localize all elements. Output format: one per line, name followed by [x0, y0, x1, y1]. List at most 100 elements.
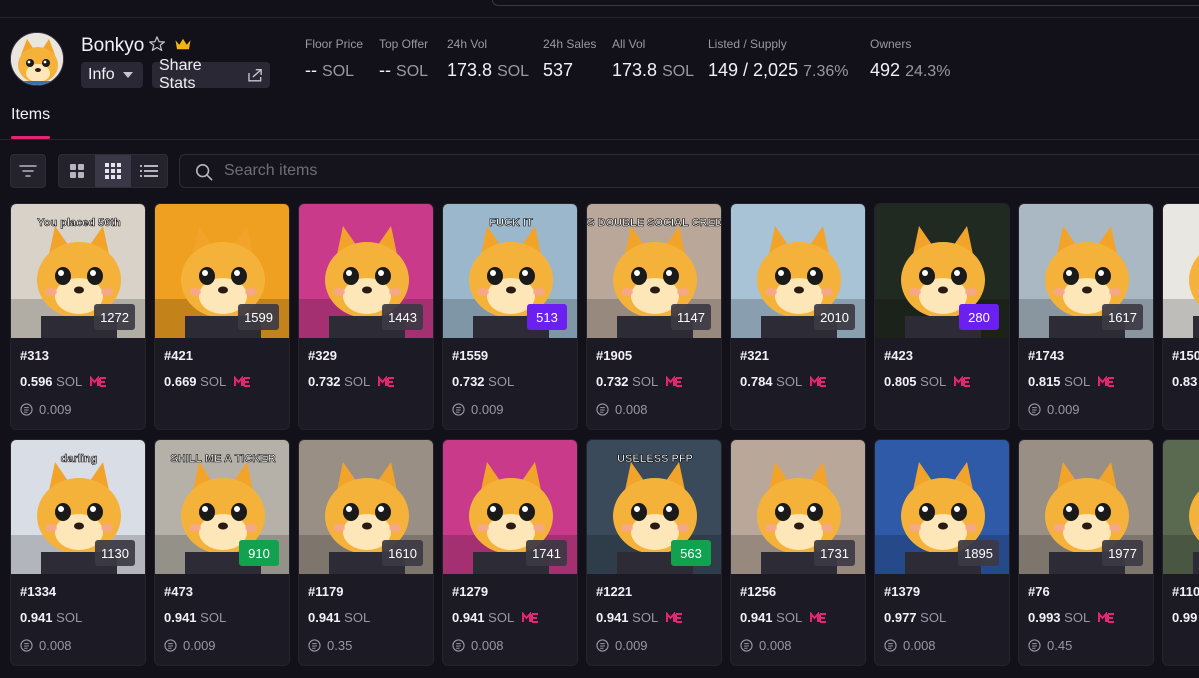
search-input[interactable]	[224, 161, 824, 181]
magic-eden-icon	[233, 376, 250, 387]
stat-top-offer: Top Offer -- SOL	[379, 37, 429, 80]
rarity-badge: 1731	[814, 540, 855, 566]
stat-all-vol: All Vol 173.8 SOL	[612, 37, 695, 80]
receipt-icon	[1028, 403, 1041, 416]
nft-price: 0.941 SOL	[452, 610, 539, 625]
search-bar	[179, 154, 1199, 188]
view-small-grid-button[interactable]	[95, 155, 131, 187]
info-dropdown[interactable]: Info	[81, 62, 143, 88]
price-value: 0.99	[1172, 610, 1198, 625]
receipt-icon	[308, 639, 321, 652]
nft-card[interactable]: ITS DOUBLE SOCIAL CREDIT 1147 #1905 0.73…	[586, 203, 722, 430]
price-unit: SOL	[632, 374, 659, 389]
share-stats-label: Share Stats	[159, 57, 202, 92]
nft-card[interactable]: 1741 #1279 0.941 SOL 0.008	[442, 439, 578, 666]
rarity-badge: 280	[959, 304, 999, 330]
price-unit: SOL	[776, 610, 803, 625]
nft-card[interactable]: 1599 #421 0.669 SOL	[154, 203, 290, 430]
share-icon	[248, 68, 263, 82]
last-price: 0.009	[1028, 402, 1080, 417]
collection-avatar	[10, 32, 64, 86]
nft-price: 0.941 SOL	[308, 610, 370, 625]
price-value: 0.805	[884, 374, 917, 389]
last-price: 0.009	[452, 402, 504, 417]
last-price: 0.35	[308, 638, 352, 653]
nft-number: #110	[1172, 584, 1199, 599]
nft-price: 0.941 SOL	[596, 610, 683, 625]
nft-card[interactable]: USELESS PFP 563 #1221 0.941 SOL 0.009	[586, 439, 722, 666]
nft-image[interactable]	[1163, 204, 1199, 338]
last-price-value: 0.008	[471, 638, 504, 653]
list-icon	[140, 165, 158, 177]
rarity-badge: 910	[239, 540, 279, 566]
nft-card[interactable]: You placed 56th 1272 #313 0.596 SOL 0.00…	[10, 203, 146, 430]
nft-number: #1279	[452, 584, 489, 599]
magic-eden-icon	[89, 376, 106, 387]
price-value: 0.941	[308, 610, 341, 625]
crown-icon	[175, 38, 191, 50]
share-stats-button[interactable]: Share Stats	[152, 57, 270, 92]
receipt-icon	[596, 639, 609, 652]
nft-card[interactable]: 1443 #329 0.732 SOL	[298, 203, 434, 430]
last-price: 0.009	[596, 638, 648, 653]
last-price: 0.45	[1028, 638, 1072, 653]
nft-price: 0.83	[1172, 374, 1197, 389]
nft-card[interactable]: 280 #423 0.805 SOL	[874, 203, 1010, 430]
rarity-badge: 563	[671, 540, 711, 566]
nft-number: #1379	[884, 584, 921, 599]
price-value: 0.732	[308, 374, 341, 389]
nft-card[interactable]: 1731 #1256 0.941 SOL 0.008	[730, 439, 866, 666]
image-caption: ITS DOUBLE SOCIAL CREDIT	[587, 217, 722, 229]
nft-card[interactable]: 2010 #321 0.784 SOL	[730, 203, 866, 430]
last-price-value: 0.009	[1047, 402, 1080, 417]
rarity-badge: 1599	[238, 304, 279, 330]
image-caption: You placed 56th	[37, 217, 121, 229]
caret-down-icon	[122, 72, 133, 78]
price-unit: SOL	[920, 610, 947, 625]
view-list-button[interactable]	[131, 155, 167, 187]
last-price-value: 0.45	[1047, 638, 1073, 653]
stat-24h-vol: 24h Vol 173.8 SOL	[447, 37, 530, 80]
stat-owners: Owners 492 24.3%	[870, 37, 951, 80]
price-value: 0.596	[20, 374, 53, 389]
receipt-icon	[164, 639, 177, 652]
nft-card[interactable]: darling 1130 #1334 0.941 SOL 0.008	[10, 439, 146, 666]
nft-price: 0.941 SOL	[740, 610, 827, 625]
nft-number: #421	[164, 348, 193, 363]
nft-card[interactable]: #150 0.83	[1162, 203, 1199, 430]
nft-number: #473	[164, 584, 193, 599]
price-value: 0.941	[164, 610, 197, 625]
nft-number: #1256	[740, 584, 777, 599]
last-price: 0.008	[740, 638, 792, 653]
image-caption: darling	[61, 453, 98, 465]
nft-number: #1905	[596, 348, 633, 363]
nft-number: #329	[308, 348, 337, 363]
nft-card[interactable]: 1617 #1743 0.815 SOL 0.009	[1018, 203, 1154, 430]
price-value: 0.941	[740, 610, 773, 625]
nft-card[interactable]: #110 0.99	[1162, 439, 1199, 666]
nft-card[interactable]: 1977 #76 0.993 SOL 0.45	[1018, 439, 1154, 666]
filter-button[interactable]	[10, 154, 46, 188]
nft-card[interactable]: FUCK IT 513 #1559 0.732 SOL 0.009	[442, 203, 578, 430]
price-unit: SOL	[56, 610, 83, 625]
price-unit: SOL	[1064, 374, 1091, 389]
magic-eden-icon	[809, 612, 826, 623]
price-value: 0.732	[596, 374, 629, 389]
image-caption: FUCK IT	[489, 217, 533, 229]
last-price-value: 0.008	[759, 638, 792, 653]
nft-card[interactable]: 1895 #1379 0.977 SOL 0.008	[874, 439, 1010, 666]
nft-card[interactable]: SHILL ME A TICKER 910 #473 0.941 SOL 0.0…	[154, 439, 290, 666]
receipt-icon	[452, 403, 465, 416]
tab-items[interactable]: Items	[11, 106, 50, 124]
view-large-grid-button[interactable]	[59, 155, 95, 187]
nft-price: 0.669 SOL	[164, 374, 251, 389]
nft-card[interactable]: 1610 #1179 0.941 SOL 0.35	[298, 439, 434, 666]
last-price-value: 0.009	[471, 402, 504, 417]
star-icon[interactable]	[148, 35, 166, 53]
price-unit: SOL	[1064, 610, 1091, 625]
view-toggle-group	[58, 154, 168, 188]
info-label: Info	[88, 66, 115, 83]
nft-price: 0.805 SOL	[884, 374, 971, 389]
nft-image[interactable]	[1163, 440, 1199, 574]
last-price-value: 0.009	[39, 402, 72, 417]
